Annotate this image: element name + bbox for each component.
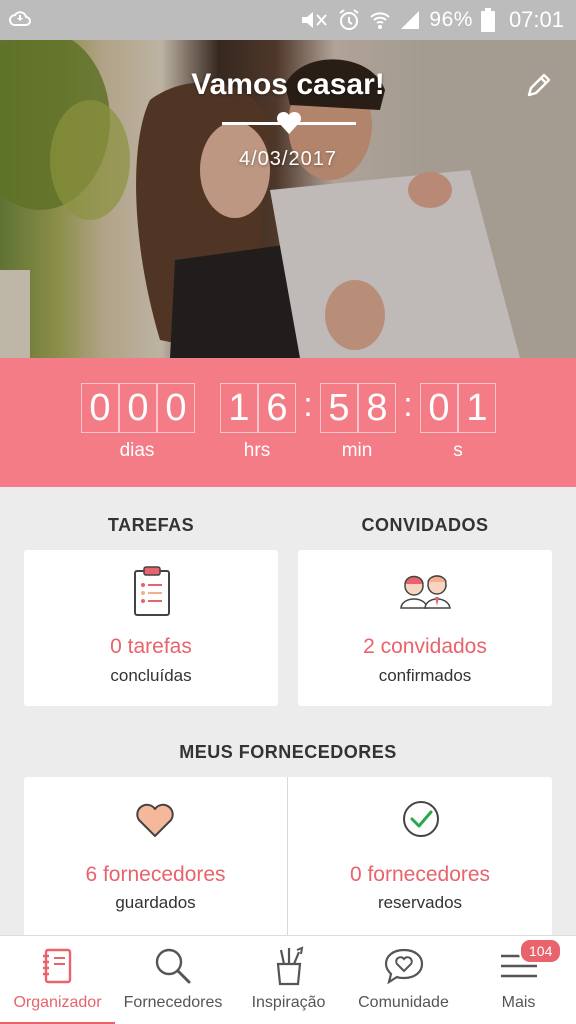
clock: 07:01: [508, 7, 564, 32]
nav-comunidade[interactable]: Comunidade: [346, 936, 461, 1024]
countdown-panel: 0 0 0 1 6 : 5 8 : 0 1 dias hrs min s: [0, 358, 576, 487]
nav-label: Organizador: [13, 994, 102, 1011]
tasks-sub: concluídas: [110, 666, 192, 685]
tasks-card[interactable]: 0 tarefas concluídas: [24, 550, 278, 706]
nav-fornecedores[interactable]: Fornecedores: [115, 936, 231, 1024]
guests-count: 2 convidados: [363, 635, 487, 658]
saved-vendors-count: 6 fornecedores: [85, 863, 226, 886]
app-screen: 96% 07:01 Vamos casar! 4/03/2017 0 0 0 1…: [0, 0, 576, 1024]
vendors-card: 6 fornecedores guardados 0 fornecedores …: [24, 777, 552, 935]
status-bar: 96% 07:01: [0, 0, 576, 40]
days-label: dias: [119, 440, 155, 461]
vendors-title: MEUS FORNECEDORES: [179, 742, 397, 762]
couple-guests-icon: [400, 575, 451, 609]
signal-icon: [401, 11, 420, 29]
nav-label: Fornecedores: [123, 994, 223, 1011]
colon-separator: :: [403, 386, 413, 424]
heart-outline-icon: [136, 803, 174, 837]
hours-label: hrs: [243, 440, 271, 461]
bottom-nav: Organizador Fornecedores Inspiração Comu…: [0, 935, 576, 1024]
hours-digit: 1: [220, 383, 258, 433]
days-digit: 0: [119, 383, 157, 433]
colon-separator: :: [303, 386, 313, 424]
countdown-digits: 0 0 0 1 6 : 5 8 : 0 1: [0, 383, 576, 435]
nav-label: Comunidade: [358, 994, 449, 1011]
notebook-icon: [42, 948, 71, 984]
minutes-label: min: [341, 440, 373, 461]
hero-banner[interactable]: Vamos casar! 4/03/2017: [0, 40, 576, 358]
days-digit: 0: [81, 383, 119, 433]
nav-label: Inspiração: [251, 994, 326, 1011]
booked-vendors-sub: reservados: [377, 893, 463, 912]
saved-vendors[interactable]: 6 fornecedores guardados: [24, 777, 287, 935]
battery-percent: 96%: [429, 8, 473, 31]
hero-title: Vamos casar!: [191, 68, 385, 101]
pencil-cup-icon: [276, 946, 303, 986]
booked-vendors-count: 0 fornecedores: [349, 863, 491, 886]
seconds-label: s: [453, 440, 463, 461]
minutes-digit: 8: [358, 383, 396, 433]
mute-icon: [302, 12, 328, 28]
clipboard-icon: [134, 566, 170, 616]
heart-icon: [276, 111, 302, 134]
minutes-digit: 5: [320, 383, 358, 433]
hours-digit: 6: [258, 383, 296, 433]
edit-pencil-icon[interactable]: [524, 70, 554, 100]
nav-label: Mais: [501, 994, 536, 1011]
tasks-title: TAREFAS: [107, 515, 195, 535]
guests-title: CONVIDADOS: [361, 515, 489, 535]
saved-vendors-sub: guardados: [115, 893, 196, 912]
search-icon: [155, 948, 191, 984]
booked-vendors[interactable]: 0 fornecedores reservados: [288, 777, 552, 935]
sync-cloud-icon: [9, 11, 31, 26]
nav-mais[interactable]: Mais 104: [461, 936, 576, 1024]
wedding-date: 4/03/2017: [239, 148, 337, 170]
days-digit: 0: [157, 383, 195, 433]
guests-sub: confirmados: [378, 666, 472, 685]
nav-inspiracao[interactable]: Inspiração: [231, 936, 346, 1024]
nav-organizador[interactable]: Organizador: [0, 936, 115, 1024]
seconds-digit: 0: [420, 383, 458, 433]
battery-icon: [480, 8, 495, 32]
tasks-count: 0 tarefas: [110, 635, 192, 658]
check-circle-icon: [403, 801, 439, 837]
guests-card[interactable]: 2 convidados confirmados: [298, 550, 552, 706]
seconds-digit: 1: [458, 383, 496, 433]
chat-heart-icon: [384, 948, 423, 985]
wifi-icon: [370, 12, 391, 29]
alarm-icon: [339, 9, 360, 30]
notification-badge: 104: [519, 938, 563, 964]
